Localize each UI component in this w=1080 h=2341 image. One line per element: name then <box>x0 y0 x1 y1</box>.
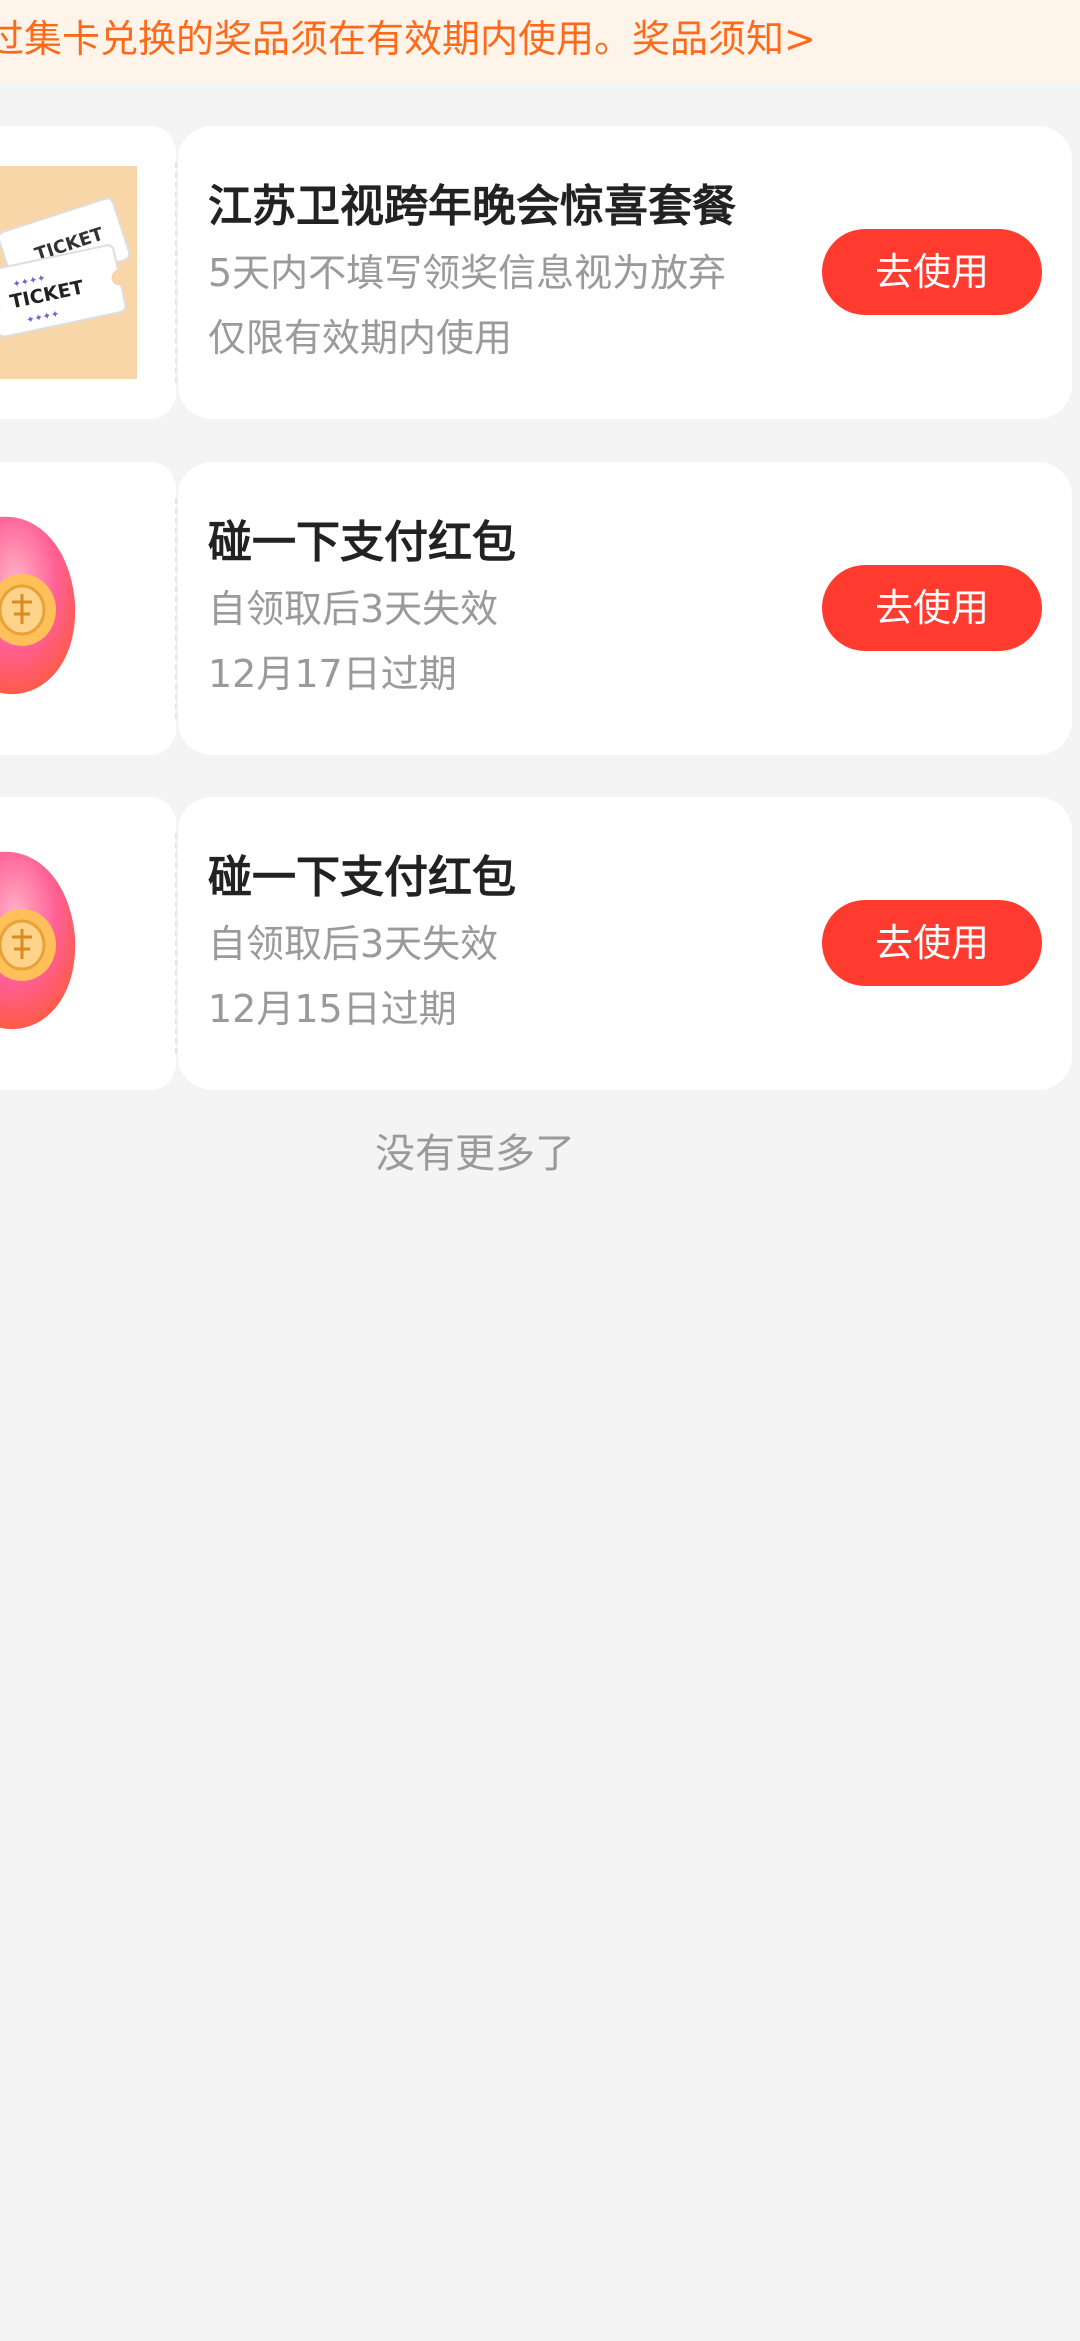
prize-title: 碰一下支付红包 <box>208 517 516 568</box>
prize-desc-line-1: 自领取后3天失效 <box>208 587 499 631</box>
prize-desc-line-1: 自领取后3天失效 <box>208 922 499 966</box>
prize-title: 碰一下支付红包 <box>208 852 516 903</box>
prize-thumb-panel <box>0 462 176 755</box>
use-button[interactable]: 去使用 <box>822 565 1042 651</box>
card-divider <box>175 162 177 383</box>
prize-expiry-date: 12月15日过期 <box>208 987 457 1031</box>
prize-card: TICKET ✦✦✦✦ TICKET ✦✦✦✦ 江苏卫视跨年晚会惊喜套餐 5天内… <box>0 126 1072 419</box>
prize-card: 碰一下支付红包 自领取后3天失效 12月15日过期 去使用 <box>0 797 1072 1090</box>
no-more-text: 没有更多了 <box>375 1131 575 1177</box>
notice-bar[interactable]: 过集卡兑换的奖品须在有效期内使用。奖品须知> <box>0 0 1080 82</box>
prize-thumb-panel: TICKET ✦✦✦✦ TICKET ✦✦✦✦ <box>0 126 176 419</box>
card-divider <box>175 833 177 1054</box>
red-packet-bag-icon <box>0 837 90 1047</box>
ticket-icon: TICKET ✦✦✦✦ TICKET ✦✦✦✦ <box>0 166 137 379</box>
prize-info-panel: 碰一下支付红包 自领取后3天失效 12月17日过期 去使用 <box>178 462 1072 755</box>
prize-thumb-panel <box>0 797 176 1090</box>
prize-card: 碰一下支付红包 自领取后3天失效 12月17日过期 去使用 <box>0 462 1072 755</box>
use-button[interactable]: 去使用 <box>822 900 1042 986</box>
notice-text[interactable]: 过集卡兑换的奖品须在有效期内使用。奖品须知> <box>0 14 816 64</box>
prize-info-panel: 江苏卫视跨年晚会惊喜套餐 5天内不填写领奖信息视为放弃 仅限有效期内使用 去使用 <box>178 126 1072 419</box>
red-packet-bag-icon <box>0 502 90 712</box>
prize-desc-line-2: 仅限有效期内使用 <box>208 316 513 360</box>
prize-info-panel: 碰一下支付红包 自领取后3天失效 12月15日过期 去使用 <box>178 797 1072 1090</box>
card-divider <box>175 498 177 719</box>
prize-desc-line-1: 5天内不填写领奖信息视为放弃 <box>208 251 727 295</box>
prize-title: 江苏卫视跨年晚会惊喜套餐 <box>208 181 736 232</box>
use-button[interactable]: 去使用 <box>822 229 1042 315</box>
prize-expiry-date: 12月17日过期 <box>208 652 457 696</box>
